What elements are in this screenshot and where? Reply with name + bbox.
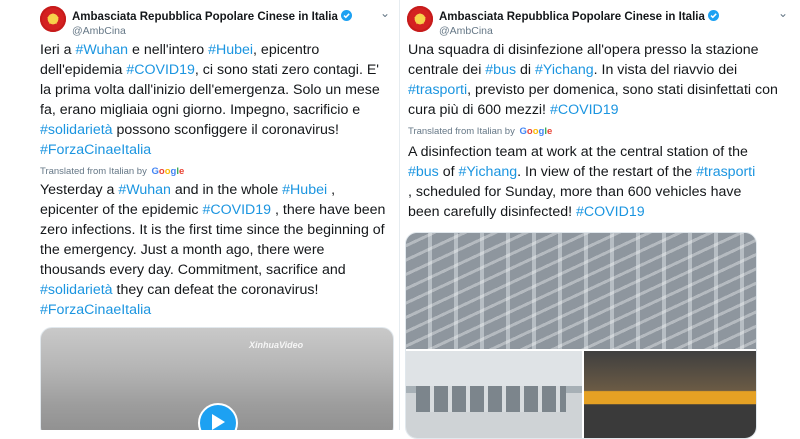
hashtag-link[interactable]: #Wuhan (118, 182, 171, 198)
translation-attribution: Translated from Italian by Google (40, 166, 185, 177)
tweet-header: Ambasciata Repubblica Popolare Cinese in… (38, 6, 399, 37)
author-handle[interactable]: @AmbCina (72, 25, 126, 37)
translated-text: A disinfection team at work at the centr… (408, 142, 762, 222)
hashtag-link[interactable]: #trasporti (408, 82, 467, 98)
hashtag-link[interactable]: #Hubei (208, 42, 253, 58)
text-segment: e nell'intero (128, 42, 209, 58)
photo-grid[interactable] (405, 232, 757, 439)
hashtag-link[interactable]: #Yichang (458, 164, 517, 180)
hashtag-link[interactable]: #COVID19 (126, 62, 195, 78)
hashtag-link[interactable]: #Wuhan (75, 42, 128, 58)
hashtag-link[interactable]: #COVID19 (576, 204, 645, 220)
hashtag-link[interactable]: #ForzaCinaeItalia (40, 142, 151, 158)
google-logo[interactable]: Google (519, 126, 552, 137)
text-segment: . In view of the restart of the (517, 164, 697, 180)
author-handle[interactable]: @AmbCina (439, 25, 493, 37)
hashtag-link[interactable]: #bus (408, 164, 439, 180)
text-segment: Yesterday a (40, 182, 119, 198)
tweet-card[interactable]: Ambasciata Repubblica Popolare Cinese in… (0, 0, 400, 430)
hashtag-link[interactable]: #Hubei (282, 182, 327, 198)
text-segment: di (516, 62, 535, 78)
hashtag-link[interactable]: #Yichang (535, 62, 594, 78)
photo-bus-row[interactable] (406, 351, 582, 438)
verified-badge-icon (707, 10, 719, 21)
verified-badge-icon (340, 10, 352, 21)
text-segment: Ieri a (40, 42, 76, 58)
tweet-text: Una squadra di disinfezione all'opera pr… (408, 40, 780, 120)
photo-bus-interior[interactable] (584, 351, 756, 438)
text-segment: and in the whole (170, 182, 283, 198)
tweet-text: Ieri a #Wuhan e nell'intero #Hubei, epic… (40, 40, 391, 160)
play-icon[interactable] (198, 403, 238, 430)
author-name[interactable]: Ambasciata Repubblica Popolare Cinese in… (72, 10, 352, 23)
chevron-down-icon[interactable]: ⌄ (778, 6, 788, 20)
text-segment: of (438, 164, 459, 180)
hashtag-link[interactable]: #trasporti (696, 164, 755, 180)
video-player[interactable]: XinhuaVideo (40, 327, 394, 430)
text-segment: they can defeat the coronavirus! (112, 282, 319, 298)
translation-attribution: Translated from Italian by Google (408, 126, 553, 137)
photo-bus-depot[interactable] (406, 233, 756, 349)
text-segment: , scheduled for Sunday, more than 600 ve… (408, 184, 742, 220)
text-segment: A disinfection team at work at the centr… (408, 144, 748, 160)
text-segment: possono sconfiggere il coronavirus! (112, 122, 339, 138)
author-name[interactable]: Ambasciata Repubblica Popolare Cinese in… (439, 10, 719, 23)
hashtag-link[interactable]: #COVID19 (202, 202, 271, 218)
translated-text: Yesterday a #Wuhan and in the whole #Hub… (40, 180, 391, 320)
hashtag-link[interactable]: #COVID19 (550, 102, 619, 118)
tweet-header: Ambasciata Repubblica Popolare Cinese in… (405, 6, 800, 37)
google-logo[interactable]: Google (151, 166, 184, 177)
video-watermark: XinhuaVideo (249, 340, 304, 350)
hashtag-link[interactable]: #solidarietà (40, 282, 113, 298)
text-segment: . In vista del riavvio dei (593, 62, 738, 78)
hashtag-link[interactable]: #ForzaCinaeItalia (40, 302, 151, 318)
hashtag-link[interactable]: #solidarietà (40, 122, 113, 138)
chevron-down-icon[interactable]: ⌄ (380, 6, 390, 20)
hashtag-link[interactable]: #bus (485, 62, 516, 78)
